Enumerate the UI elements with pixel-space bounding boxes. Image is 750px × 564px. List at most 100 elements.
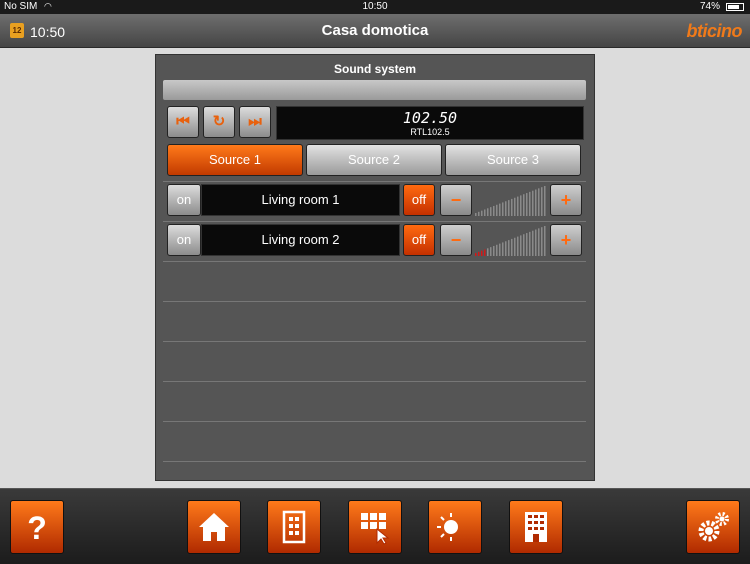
source-2-button[interactable]: Source 2 bbox=[306, 144, 442, 176]
volume-bar bbox=[526, 193, 528, 216]
volume-bar bbox=[538, 228, 540, 256]
volume-down-button[interactable]: − bbox=[440, 184, 472, 216]
volume-bar bbox=[514, 197, 516, 216]
volume-bar bbox=[532, 230, 534, 256]
repeat-icon: ↻ bbox=[212, 113, 226, 130]
volume-bar bbox=[502, 202, 504, 216]
volume-up-button[interactable]: + bbox=[550, 184, 582, 216]
divider bbox=[163, 261, 586, 262]
volume-bar bbox=[505, 201, 507, 216]
volume-bar bbox=[532, 190, 534, 216]
volume-bar bbox=[538, 188, 540, 216]
volume-bar bbox=[520, 235, 522, 256]
volume-bar bbox=[544, 226, 546, 256]
panel-strip bbox=[163, 80, 586, 100]
page-title: Casa domotica bbox=[321, 22, 429, 39]
previous-icon: ⏮ bbox=[176, 113, 190, 130]
volume-bar bbox=[523, 194, 525, 216]
status-bar: No SIM ◠ 10:50 74% bbox=[0, 0, 750, 14]
next-track-button[interactable]: ⏭ bbox=[239, 106, 271, 138]
volume-bar bbox=[490, 207, 492, 216]
volume-bar bbox=[484, 249, 486, 256]
volume-bar bbox=[481, 250, 483, 256]
repeat-button[interactable]: ↻ bbox=[203, 106, 235, 138]
sun-moon-icon bbox=[437, 513, 471, 541]
volume-bar bbox=[511, 238, 513, 256]
volume-bar bbox=[508, 240, 510, 256]
volume-bar bbox=[529, 191, 531, 216]
volume-bar bbox=[541, 187, 543, 216]
next-icon: ⏭ bbox=[248, 113, 262, 130]
zone-row: on Living room 1 off − + bbox=[163, 184, 586, 218]
volume-bar bbox=[478, 251, 480, 256]
status-time: 10:50 bbox=[362, 1, 388, 12]
volume-bar bbox=[529, 231, 531, 256]
volume-bar bbox=[502, 242, 504, 256]
door-button[interactable] bbox=[267, 500, 321, 554]
volume-bar bbox=[520, 195, 522, 216]
tuner-frequency: 102.50 bbox=[402, 109, 458, 127]
divider bbox=[163, 421, 586, 422]
volume-bar bbox=[523, 234, 525, 256]
volume-bar bbox=[496, 244, 498, 256]
building-button[interactable] bbox=[509, 500, 563, 554]
divider bbox=[163, 461, 586, 462]
volume-bar bbox=[496, 204, 498, 216]
help-button[interactable]: ? bbox=[10, 500, 64, 554]
home-icon bbox=[199, 513, 229, 541]
divider bbox=[163, 181, 586, 182]
volume-up-button[interactable]: + bbox=[550, 224, 582, 256]
volume-bar bbox=[505, 241, 507, 256]
plus-icon: + bbox=[560, 190, 572, 210]
zone-on-button[interactable]: on bbox=[167, 184, 201, 216]
zone-name: Living room 1 bbox=[201, 184, 400, 216]
brand-logo: bticino bbox=[686, 21, 743, 41]
battery-percent: 74% bbox=[699, 1, 720, 12]
sound-system-panel: Sound system ⏮ ↻ ⏭ 102.50 RTL102.5 Sourc… bbox=[155, 54, 595, 481]
volume-bar bbox=[517, 236, 519, 256]
zone-on-button[interactable]: on bbox=[167, 224, 201, 256]
volume-meter[interactable] bbox=[475, 226, 547, 256]
door-icon bbox=[282, 510, 306, 544]
divider bbox=[163, 221, 586, 222]
battery-icon bbox=[726, 3, 744, 11]
volume-bar bbox=[487, 248, 489, 256]
volume-bar bbox=[508, 200, 510, 216]
volume-bar bbox=[475, 213, 477, 216]
volume-bar bbox=[535, 229, 537, 256]
settings-button[interactable] bbox=[686, 500, 740, 554]
volume-down-button[interactable]: − bbox=[440, 224, 472, 256]
minus-icon: − bbox=[450, 230, 462, 250]
home-button[interactable] bbox=[187, 500, 241, 554]
volume-bar bbox=[481, 210, 483, 216]
volume-bar bbox=[499, 203, 501, 216]
volume-bar bbox=[511, 198, 513, 216]
source-3-button[interactable]: Source 3 bbox=[445, 144, 581, 176]
volume-bar bbox=[526, 233, 528, 256]
volume-bar bbox=[514, 237, 516, 256]
scenario-button[interactable] bbox=[428, 500, 482, 554]
divider bbox=[163, 341, 586, 342]
volume-bar bbox=[490, 247, 492, 256]
volume-meter[interactable] bbox=[475, 186, 547, 216]
volume-bar bbox=[544, 186, 546, 216]
tuner-display: 102.50 RTL102.5 bbox=[276, 106, 584, 140]
bottom-nav: ? bbox=[0, 488, 750, 564]
keypad-icon bbox=[361, 513, 390, 545]
zone-row: on Living room 2 off − + bbox=[163, 224, 586, 258]
zone-name: Living room 2 bbox=[201, 224, 400, 256]
help-icon: ? bbox=[27, 510, 47, 545]
volume-bar bbox=[541, 227, 543, 256]
settings-icon bbox=[698, 512, 729, 542]
divider bbox=[163, 381, 586, 382]
zone-off-button[interactable]: off bbox=[403, 224, 435, 256]
previous-track-button[interactable]: ⏮ bbox=[167, 106, 199, 138]
app-header: 12 10:50 Casa domotica bticino bbox=[0, 14, 750, 48]
keypad-button[interactable] bbox=[348, 500, 402, 554]
zone-off-button[interactable]: off bbox=[403, 184, 435, 216]
plus-icon: + bbox=[560, 230, 572, 250]
source-1-button[interactable]: Source 1 bbox=[167, 144, 303, 176]
tuner-station: RTL102.5 bbox=[410, 127, 450, 137]
panel-title: Sound system bbox=[333, 62, 417, 76]
volume-bar bbox=[478, 211, 480, 216]
